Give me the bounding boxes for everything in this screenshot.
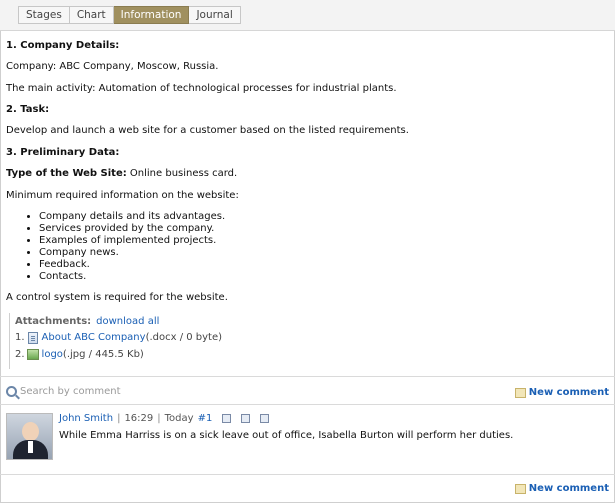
- separator: |: [117, 413, 121, 424]
- attachment-link[interactable]: About ABC Company: [42, 332, 146, 343]
- attachments-title: Attachments:: [15, 315, 92, 327]
- search-comment-icon[interactable]: [260, 414, 270, 423]
- tab-journal[interactable]: Journal: [189, 6, 241, 24]
- activity-line: The main activity: Automation of technol…: [6, 83, 397, 94]
- new-comment-button-bottom[interactable]: New comment: [514, 483, 609, 494]
- new-comment-label: New comment: [528, 483, 609, 494]
- site-type-label: Type of the Web Site:: [6, 168, 127, 179]
- comment-meta: John Smith | 16:29 | Today #1: [59, 413, 270, 424]
- comment-number[interactable]: #1: [198, 413, 213, 424]
- note-icon: [514, 483, 526, 494]
- comment-time: 16:29: [124, 413, 154, 424]
- list-item: Company news.: [39, 247, 606, 259]
- new-comment-label: New comment: [528, 387, 609, 398]
- attachment-link[interactable]: logo: [42, 349, 63, 360]
- attachment-number: 1.: [15, 332, 25, 343]
- document-icon: [27, 331, 38, 344]
- attachment-item: 2. logo (.jpg / 445.5 Kb): [15, 346, 609, 363]
- section-preliminary-title: 3. Preliminary Data:: [6, 147, 120, 158]
- comment-day: Today: [164, 413, 194, 424]
- print-icon[interactable]: [222, 414, 232, 423]
- new-comment-button[interactable]: New comment: [514, 387, 609, 398]
- tab-bar: Stages Chart Information Journal: [0, 0, 615, 31]
- list-item: Services provided by the company.: [39, 223, 606, 235]
- section-task-title: 2. Task:: [6, 104, 50, 115]
- attachments-header: Attachments: download all: [15, 313, 609, 329]
- list-item: Feedback.: [39, 259, 606, 271]
- control-line: A control system is required for the web…: [6, 292, 228, 303]
- attachments-panel: Attachments: download all 1. About ABC C…: [9, 313, 609, 369]
- download-all-link[interactable]: download all: [96, 316, 159, 327]
- task-line: Develop and launch a web site for a cust…: [6, 125, 409, 136]
- image-icon: [26, 349, 39, 360]
- search-input[interactable]: Search by comment: [20, 386, 121, 397]
- attachment-number: 2.: [15, 349, 25, 360]
- information-content: 1. Company Details: Company: ABC Company…: [6, 40, 606, 304]
- comment-author[interactable]: John Smith: [59, 413, 113, 424]
- min-info-line: Minimum required information on the webs…: [6, 190, 239, 201]
- tab-chart[interactable]: Chart: [69, 6, 114, 24]
- attachment-meta: (.docx / 0 byte): [145, 332, 223, 343]
- list-item: Examples of implemented projects.: [39, 235, 606, 247]
- section-company-title: 1. Company Details:: [6, 40, 120, 51]
- comment-item: John Smith | 16:29 | Today #1 While Emma…: [6, 413, 606, 461]
- tab-stages[interactable]: Stages: [18, 6, 70, 24]
- comment-text: While Emma Harriss is on a sick leave ou…: [59, 430, 514, 441]
- avatar: [6, 413, 53, 460]
- site-type-value: Online business card.: [126, 168, 238, 179]
- comment-search[interactable]: Search by comment: [6, 386, 121, 397]
- company-line: Company: ABC Company, Moscow, Russia.: [6, 61, 219, 72]
- tabs: Stages Chart Information Journal: [18, 6, 241, 24]
- requirements-list: Company details and its advantages. Serv…: [6, 211, 606, 283]
- copy-icon[interactable]: [241, 414, 251, 423]
- separator: |: [157, 413, 161, 424]
- attachment-item: 1. About ABC Company (.docx / 0 byte): [15, 329, 609, 346]
- search-icon: [6, 386, 17, 397]
- divider: [0, 404, 615, 405]
- attachment-meta: (.jpg / 445.5 Kb): [62, 349, 144, 360]
- attachments-list: 1. About ABC Company (.docx / 0 byte) 2.…: [15, 329, 609, 363]
- divider: [0, 474, 615, 475]
- list-item: Contacts.: [39, 271, 606, 283]
- note-icon: [514, 387, 526, 398]
- tab-information[interactable]: Information: [113, 6, 190, 24]
- list-item: Company details and its advantages.: [39, 211, 606, 223]
- site-type-line: Type of the Web Site: Online business ca…: [6, 168, 606, 180]
- divider: [0, 376, 615, 377]
